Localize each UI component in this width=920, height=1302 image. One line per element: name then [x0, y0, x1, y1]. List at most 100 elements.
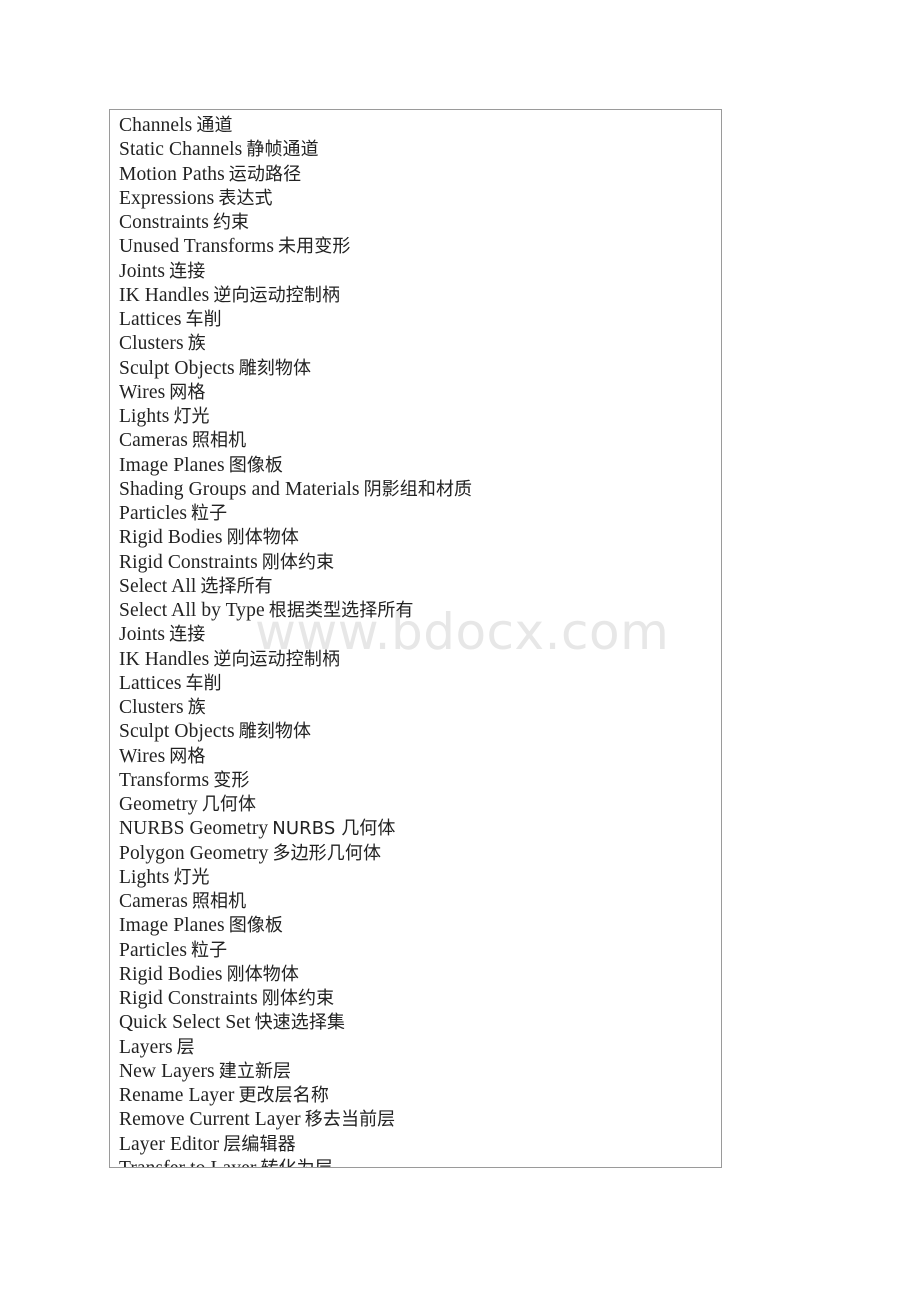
- glossary-term: Layer Editor: [119, 1133, 220, 1155]
- glossary-entry: Select All by Type 根据类型选择所有: [110, 599, 721, 623]
- glossary-entry: Image Planes 图像板: [110, 454, 721, 478]
- glossary-term: Channels: [119, 115, 193, 136]
- glossary-entry: Rigid Constraints 刚体约束: [110, 987, 721, 1011]
- glossary-entry: Particles 粒子: [110, 939, 721, 963]
- glossary-entry: Joints 连接: [110, 623, 721, 647]
- glossary-entry: Image Planes 图像板: [110, 914, 721, 938]
- glossary-term: Select All: [119, 575, 197, 597]
- glossary-entry: Rigid Bodies 刚体物体: [110, 963, 721, 987]
- glossary-term: Shading Groups and Materials: [119, 478, 360, 500]
- glossary-entry: Lattices 车削: [110, 672, 721, 696]
- glossary-term: Joints: [119, 260, 166, 282]
- glossary-translation: 多边形几何体: [272, 842, 382, 864]
- glossary-translation: 图像板: [228, 454, 284, 476]
- glossary-translation: 层: [176, 1036, 195, 1058]
- glossary-entry: Constraints 约束: [110, 211, 721, 235]
- glossary-translation: 族: [187, 697, 206, 718]
- glossary-term: Lattices: [119, 309, 182, 330]
- glossary-translation: 连接: [169, 260, 206, 282]
- glossary-term: Sculpt Objects: [119, 357, 235, 379]
- glossary-term: IK Handles: [119, 284, 210, 306]
- glossary-translation: 网格: [169, 745, 206, 767]
- glossary-entry: Transfer to Layer 转化为层: [110, 1157, 721, 1167]
- glossary-translation: 约束: [212, 212, 250, 233]
- glossary-entry: Expressions 表达式: [110, 187, 721, 211]
- glossary-entry: Wires 网格: [110, 381, 721, 405]
- glossary-translation: 运动路径: [228, 163, 302, 185]
- glossary-entry: Unused Transforms 未用变形: [110, 235, 721, 259]
- glossary-term: Wires: [119, 381, 166, 403]
- glossary-term: Polygon Geometry: [119, 842, 269, 864]
- glossary-entry: Quick Select Set 快速选择集: [110, 1011, 721, 1035]
- glossary-translation: 选择所有: [200, 575, 273, 597]
- glossary-entry: Select All 选择所有: [110, 575, 721, 599]
- glossary-translation: 雕刻物体: [238, 357, 312, 379]
- glossary-entry: Lattices 车削: [110, 308, 721, 332]
- glossary-term: Lattices: [119, 672, 182, 694]
- glossary-translation: 更改层名称: [238, 1085, 329, 1106]
- glossary-entry: Polygon Geometry 多边形几何体: [110, 842, 721, 866]
- glossary-term: Rename Layer: [119, 1085, 235, 1106]
- glossary-translation: 未用变形: [278, 236, 351, 258]
- glossary-translation: 逆向运动控制柄: [213, 284, 341, 306]
- glossary-term: Unused Transforms: [119, 236, 275, 258]
- glossary-translation: 图像板: [228, 915, 284, 937]
- glossary-term: Joints: [119, 624, 166, 646]
- glossary-entry: Clusters 族: [110, 332, 721, 356]
- glossary-translation: 连接: [169, 624, 206, 646]
- glossary-term: Image Planes: [119, 915, 225, 937]
- glossary-translation: 转化为层: [260, 1158, 332, 1167]
- glossary-term: New Layers: [119, 1060, 215, 1082]
- glossary-term: Wires: [119, 745, 166, 767]
- glossary-translation: 照相机: [191, 891, 247, 912]
- glossary-entry: Remove Current Layer 移去当前层: [110, 1108, 721, 1132]
- glossary-entry: Layers 层: [110, 1036, 721, 1060]
- glossary-term: Lights: [119, 866, 170, 888]
- glossary-term: Rigid Bodies: [119, 527, 223, 549]
- glossary-translation: 移去当前层: [304, 1109, 396, 1131]
- glossary-entry: Channels 通道: [110, 114, 721, 138]
- glossary-term: Select All by Type: [119, 600, 265, 621]
- glossary-translation: 车削: [185, 309, 222, 330]
- glossary-translation: 快速选择集: [254, 1012, 346, 1034]
- glossary-translation: 刚体物体: [226, 527, 299, 549]
- glossary-translation: 灯光: [173, 866, 210, 888]
- glossary-translation: 层编辑器: [223, 1133, 296, 1155]
- glossary-term: Clusters: [119, 333, 184, 355]
- glossary-translation: 照相机: [191, 430, 247, 452]
- glossary-term: Layers: [119, 1036, 173, 1058]
- glossary-term: Geometry: [119, 794, 198, 815]
- glossary-translation: 雕刻物体: [238, 721, 312, 743]
- glossary-term: Sculpt Objects: [119, 721, 235, 743]
- glossary-entry: Sculpt Objects 雕刻物体: [110, 357, 721, 381]
- glossary-term: Clusters: [119, 697, 184, 718]
- glossary-entry: Rigid Bodies 刚体物体: [110, 526, 721, 550]
- glossary-term: Rigid Constraints: [119, 551, 258, 573]
- glossary-translation: 逆向运动控制柄: [213, 648, 341, 670]
- glossary-entry: New Layers 建立新层: [110, 1060, 721, 1084]
- glossary-term: Rigid Constraints: [119, 988, 258, 1009]
- glossary-term: Quick Select Set: [119, 1012, 251, 1034]
- glossary-entry: Clusters 族: [110, 696, 721, 720]
- glossary-term: Remove Current Layer: [119, 1109, 301, 1131]
- document-page: Channels 通道 Static Channels 静帧通道 Motion Path…: [0, 0, 920, 1302]
- glossary-term: Particles: [119, 939, 188, 961]
- glossary-entry: Static Channels 静帧通道: [110, 138, 721, 162]
- glossary-entry: Motion Paths 运动路径: [110, 163, 721, 187]
- glossary-term: Cameras: [119, 430, 188, 452]
- glossary-translation: 网格: [169, 381, 206, 403]
- glossary-translation: NURBS 几何体: [272, 818, 396, 840]
- glossary-entry-list: Channels 通道 Static Channels 静帧通道 Motion Path…: [110, 110, 721, 1167]
- glossary-entry: Shading Groups and Materials 阴影组和材质: [110, 478, 721, 502]
- glossary-term: Particles: [119, 503, 188, 524]
- glossary-entry: Layer Editor 层编辑器: [110, 1133, 721, 1157]
- glossary-entry: Lights 灯光: [110, 866, 721, 890]
- glossary-term: Image Planes: [119, 454, 225, 476]
- glossary-translation: 建立新层: [218, 1060, 292, 1082]
- glossary-term: Lights: [119, 406, 170, 427]
- glossary-entry: Sculpt Objects 雕刻物体: [110, 720, 721, 744]
- glossary-term: Constraints: [119, 212, 209, 233]
- glossary-entry: Transforms 变形: [110, 769, 721, 793]
- glossary-term: Transfer to Layer: [119, 1158, 256, 1167]
- glossary-translation: 刚体约束: [261, 988, 335, 1009]
